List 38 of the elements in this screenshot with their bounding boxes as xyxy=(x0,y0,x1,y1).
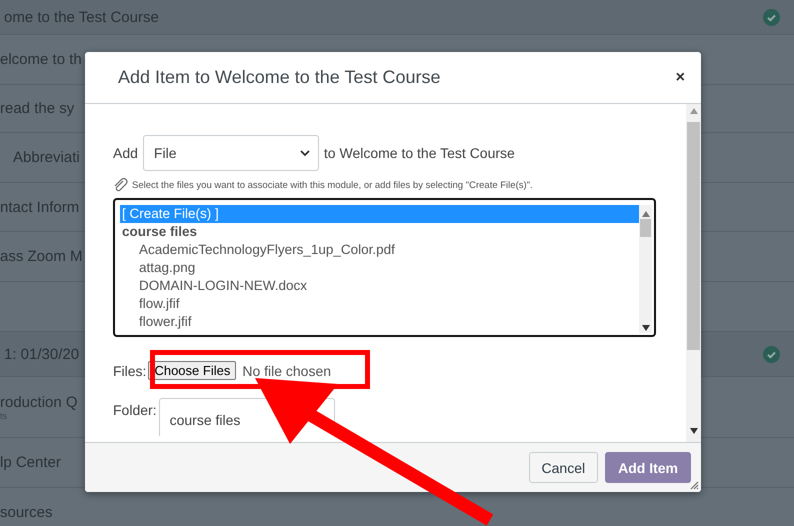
folder-label: Folder: xyxy=(113,402,157,418)
cancel-button[interactable]: Cancel xyxy=(528,452,598,483)
file-option[interactable]: flower.jfif xyxy=(120,313,639,331)
file-list-box[interactable]: [ Create File(s) ] course files AcademicTechnologyFlyers_1up_Color.pdf attag.png DOMAIN-LOGIN-NEW.docx flow.jfif flower.jfif xyxy=(113,198,656,337)
files-label: Files: xyxy=(113,362,146,378)
file-option[interactable]: DOMAIN-LOGIN-NEW.docx xyxy=(120,277,639,295)
module-item-title: 1: 01/30/20 xyxy=(3,346,80,362)
add-item-button[interactable]: Add Item xyxy=(605,452,691,483)
choose-files-button[interactable]: Choose Files xyxy=(148,361,236,380)
file-status-text: No file chosen xyxy=(242,362,332,378)
module-item-title: ome to the Test Course xyxy=(3,8,159,26)
folder-group-label: course files xyxy=(121,223,198,241)
add-label: Add xyxy=(113,145,138,161)
scroll-down-icon[interactable] xyxy=(690,428,698,434)
scrollbar-thumb[interactable] xyxy=(687,122,700,350)
module-item-title: roduction Q xyxy=(0,394,78,410)
dialog-scrollbar[interactable] xyxy=(686,104,701,442)
dialog-title: Add Item to Welcome to the Test Course xyxy=(118,67,440,88)
module-item-title: ass Zoom M xyxy=(0,248,83,265)
module-item-title: Abbreviati xyxy=(12,149,80,166)
file-option[interactable]: flow.jfif xyxy=(120,295,639,313)
module-item-title: read the sy xyxy=(0,100,74,117)
module-item-title: ntact Inform xyxy=(0,198,80,216)
hint-text: Select the files you want to associate with this module, or add files by selecting "Create File(s)". xyxy=(132,180,533,190)
module-item-title: elcome to th xyxy=(0,51,82,68)
item-type-select[interactable]: File xyxy=(142,135,319,171)
scroll-up-icon[interactable] xyxy=(642,211,650,217)
resize-grip-icon[interactable] xyxy=(690,481,699,490)
paperclip-icon xyxy=(113,178,129,192)
chevron-down-icon xyxy=(300,150,310,156)
module-item-title: lp Center xyxy=(0,454,61,471)
scrollbar-thumb[interactable] xyxy=(640,219,651,237)
target-module-text: to Welcome to the Test Course xyxy=(324,145,515,161)
file-option[interactable]: AcademicTechnologyFlyers_1up_Color.pdf xyxy=(120,241,639,259)
scroll-up-icon[interactable] xyxy=(690,108,698,114)
close-button[interactable]: × xyxy=(672,66,689,88)
module-item-title: sources xyxy=(0,504,53,521)
file-option[interactable]: attag.png xyxy=(120,259,639,277)
